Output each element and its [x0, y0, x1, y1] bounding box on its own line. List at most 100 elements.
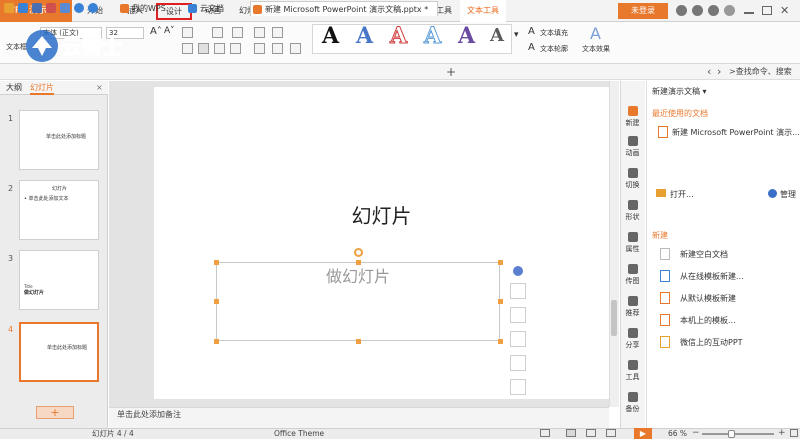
taskbar-upload-image[interactable]: 传图	[620, 264, 645, 286]
collapse-toolbar-icon[interactable]	[513, 266, 523, 276]
manage-button[interactable]: 管理	[780, 189, 796, 200]
text-outline-button[interactable]: 文本轮廓	[540, 44, 568, 54]
zoom-in-icon[interactable]: +	[778, 428, 786, 439]
new-tab-button[interactable]: +	[446, 64, 456, 80]
command-search[interactable]: >查找命令、搜索	[729, 64, 792, 80]
wordart-style-2[interactable]: A	[356, 24, 373, 48]
new-blank-item[interactable]: 新建空白文档	[680, 249, 728, 260]
new-online-template-item[interactable]: 从在线模板新建...	[680, 271, 744, 282]
zoom-slider-handle[interactable]	[727, 430, 735, 438]
wordart-style-4[interactable]: A	[423, 24, 441, 49]
slide-subtitle[interactable]: 做幻灯片	[216, 263, 500, 287]
chevron-left-icon[interactable]: ‹	[707, 64, 711, 80]
resize-handle[interactable]	[356, 339, 361, 344]
fill-icon[interactable]	[510, 307, 526, 323]
bullets-icon[interactable]	[212, 27, 223, 38]
tab-outline[interactable]: 大纲	[6, 81, 22, 95]
notes-toggle-icon[interactable]	[540, 429, 550, 437]
taskbar-properties[interactable]: 属性	[620, 232, 645, 254]
wechat-ppt-item[interactable]: 微信上的互动PPT	[680, 337, 743, 348]
taskbar-backup[interactable]: 备份	[620, 392, 645, 414]
taskbar-tools[interactable]: 工具	[620, 360, 645, 382]
redo-icon[interactable]	[88, 3, 98, 13]
taskbar-transition[interactable]: 切换	[620, 168, 645, 190]
outline-icon[interactable]	[510, 331, 526, 347]
slide-thumbnail[interactable]: 单击此处添加标题	[19, 110, 99, 170]
tab-cloud-docs[interactable]: 云文档	[186, 1, 242, 16]
justify-icon[interactable]	[230, 43, 241, 54]
notes-field[interactable]: 单击此处添加备注	[109, 407, 609, 428]
minimize-icon[interactable]	[744, 12, 754, 14]
indent-icon[interactable]	[272, 27, 283, 38]
panel-header[interactable]: 新建演示文稿 ▾	[652, 86, 707, 97]
resize-handle[interactable]	[356, 260, 361, 265]
zoom-slider[interactable]	[702, 433, 774, 435]
resize-handle[interactable]	[498, 339, 503, 344]
slide-thumbnail-selected[interactable]: 单击此处添加标题	[19, 322, 99, 382]
tab-slides[interactable]: 幻灯片	[30, 81, 54, 95]
login-button[interactable]: 未登录	[618, 3, 668, 19]
text-fill-button[interactable]: 文本填充	[540, 28, 568, 38]
settings-icon[interactable]	[692, 5, 703, 16]
tab-text-tools[interactable]: 文本工具	[460, 0, 506, 22]
resize-handle[interactable]	[498, 299, 503, 304]
open-button[interactable]: 打开...	[670, 189, 694, 200]
wordart-style-6[interactable]: A	[490, 24, 504, 48]
more-options-icon[interactable]	[510, 379, 526, 395]
taskbar-recommend[interactable]: 推荐	[620, 296, 645, 318]
fit-window-icon[interactable]	[790, 429, 798, 437]
wordart-style-3[interactable]: A	[389, 24, 407, 49]
taskbar-new[interactable]: 新建	[620, 106, 645, 128]
feedback-icon[interactable]	[724, 5, 735, 16]
resize-handle[interactable]	[498, 260, 503, 265]
slide-thumbnail[interactable]: 做幻灯片 Title	[19, 250, 99, 310]
undo-icon[interactable]	[74, 3, 84, 13]
resize-handle[interactable]	[214, 260, 219, 265]
local-template-item[interactable]: 本机上的模板...	[680, 315, 736, 326]
close-icon[interactable]: ✕	[780, 4, 789, 17]
text-effect-button[interactable]: 文本效果	[582, 44, 610, 54]
current-slide[interactable]	[154, 87, 609, 399]
rotate-handle[interactable]	[354, 248, 363, 257]
slide-thumbnail[interactable]: 幻灯片 • 单击此处添加文本	[19, 180, 99, 240]
play-slideshow-button[interactable]: ▶	[634, 428, 652, 439]
taskbar-animation[interactable]: 动画	[620, 136, 645, 158]
slide-title[interactable]: 幻灯片	[154, 200, 609, 229]
recent-doc-item[interactable]: 新建 Microsoft PowerPoint 演示...	[672, 127, 800, 138]
wordart-style-1[interactable]: A	[322, 24, 339, 48]
chevron-right-icon[interactable]: ›	[717, 64, 721, 80]
pdf-icon[interactable]	[46, 3, 56, 13]
clear-format-icon[interactable]	[182, 27, 193, 38]
skin-icon[interactable]	[676, 5, 687, 16]
numbering-icon[interactable]	[232, 27, 243, 38]
text-direction-icon[interactable]	[254, 43, 265, 54]
sorter-view-icon[interactable]	[586, 429, 596, 437]
resize-handle[interactable]	[214, 339, 219, 344]
align-center-icon[interactable]	[198, 43, 209, 54]
close-icon[interactable]: ×	[96, 81, 103, 95]
resize-handle[interactable]	[214, 299, 219, 304]
vertical-scrollbar[interactable]	[609, 81, 619, 407]
zoom-out-icon[interactable]: −	[692, 428, 700, 439]
scrollbar-thumb[interactable]	[611, 300, 617, 336]
gallery-more-icon[interactable]: ▾	[514, 30, 519, 40]
print-icon[interactable]	[32, 3, 42, 13]
tab-my-wps[interactable]: 我的WPS	[118, 1, 184, 16]
add-slide-button[interactable]: +	[36, 406, 74, 419]
align-right-icon[interactable]	[214, 43, 225, 54]
help-icon[interactable]	[708, 5, 719, 16]
maximize-icon[interactable]	[762, 6, 772, 15]
align-left-icon[interactable]	[182, 43, 193, 54]
new-default-template-item[interactable]: 从默认模板新建	[680, 293, 736, 304]
normal-view-icon[interactable]	[566, 429, 576, 437]
shape-style-icon[interactable]	[510, 283, 526, 299]
columns-icon[interactable]	[290, 43, 301, 54]
reading-view-icon[interactable]	[606, 429, 616, 437]
taskbar-share[interactable]: 分享	[620, 328, 645, 350]
line-spacing-icon[interactable]	[254, 27, 265, 38]
tab-current-document[interactable]: 新建 Microsoft PowerPoint 演示文稿.pptx *	[250, 1, 438, 16]
taskbar-shape[interactable]: 形状	[620, 200, 645, 222]
wordart-style-5[interactable]: A	[458, 24, 475, 48]
open-icon[interactable]	[4, 3, 14, 13]
print-preview-icon[interactable]	[60, 3, 70, 13]
